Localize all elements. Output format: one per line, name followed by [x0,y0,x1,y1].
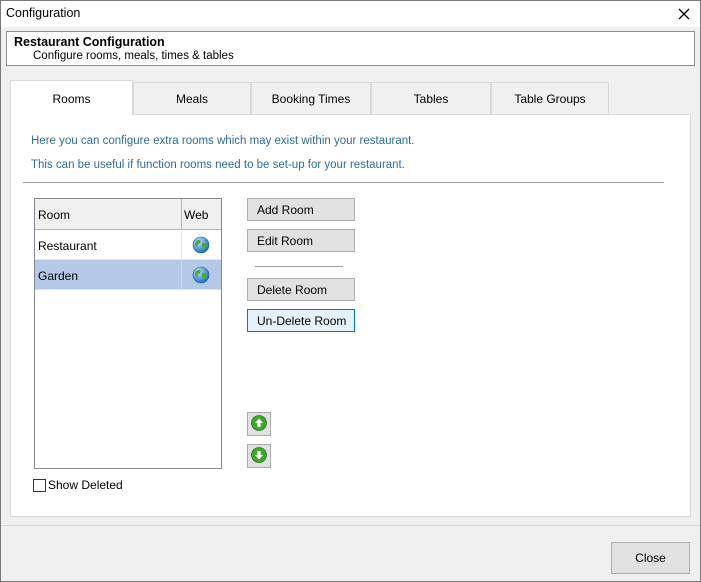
configuration-window: Configuration Restaurant Configuration C… [0,0,701,582]
delete-room-button[interactable]: Delete Room [247,278,355,301]
close-icon[interactable] [668,1,700,27]
table-row[interactable]: Restaurant [35,230,221,260]
column-divider [181,199,182,230]
tab-tables[interactable]: Tables [371,82,491,115]
table-row[interactable]: Garden [35,260,221,290]
cell-divider [181,260,182,290]
arrow-down-icon [251,446,267,466]
show-deleted-checkbox[interactable] [33,478,46,492]
header-subtitle: Configure rooms, meals, times & tables [33,50,234,62]
globe-icon [192,266,210,284]
tab-meals[interactable]: Meals [133,82,251,115]
info-text-1: Here you can configure extra rooms which… [31,135,415,147]
divider [23,182,664,183]
move-up-button[interactable] [247,412,271,436]
show-deleted-option[interactable]: Show Deleted [33,478,123,492]
column-header-room[interactable]: Room [38,199,70,230]
undelete-room-button[interactable]: Un-Delete Room [247,309,355,332]
info-text-2: This can be useful if function rooms nee… [31,159,405,171]
arrow-up-icon [251,414,267,434]
grid-header: Room Web [35,199,221,230]
header-panel: Restaurant Configuration Configure rooms… [6,31,695,66]
rooms-grid[interactable]: Room Web Restaurant Garden [34,198,222,469]
button-separator [255,266,343,267]
edit-room-button[interactable]: Edit Room [247,229,355,252]
tab-rooms[interactable]: Rooms [10,80,133,116]
close-button[interactable]: Close [611,542,690,574]
footer-divider [1,525,700,526]
globe-icon [192,236,210,254]
tab-booking-times[interactable]: Booking Times [251,82,371,115]
header-title: Restaurant Configuration [14,35,165,49]
show-deleted-label: Show Deleted [48,478,123,492]
cell-divider [181,230,182,260]
rooms-tab-panel: Here you can configure extra rooms which… [10,114,691,517]
room-name: Garden [38,269,79,283]
column-header-web[interactable]: Web [184,199,208,230]
move-down-button[interactable] [247,444,271,468]
title-bar: Configuration [1,1,700,27]
room-name: Restaurant [38,239,97,253]
tab-table-groups[interactable]: Table Groups [491,82,609,115]
window-title: Configuration [6,6,81,20]
add-room-button[interactable]: Add Room [247,198,355,221]
